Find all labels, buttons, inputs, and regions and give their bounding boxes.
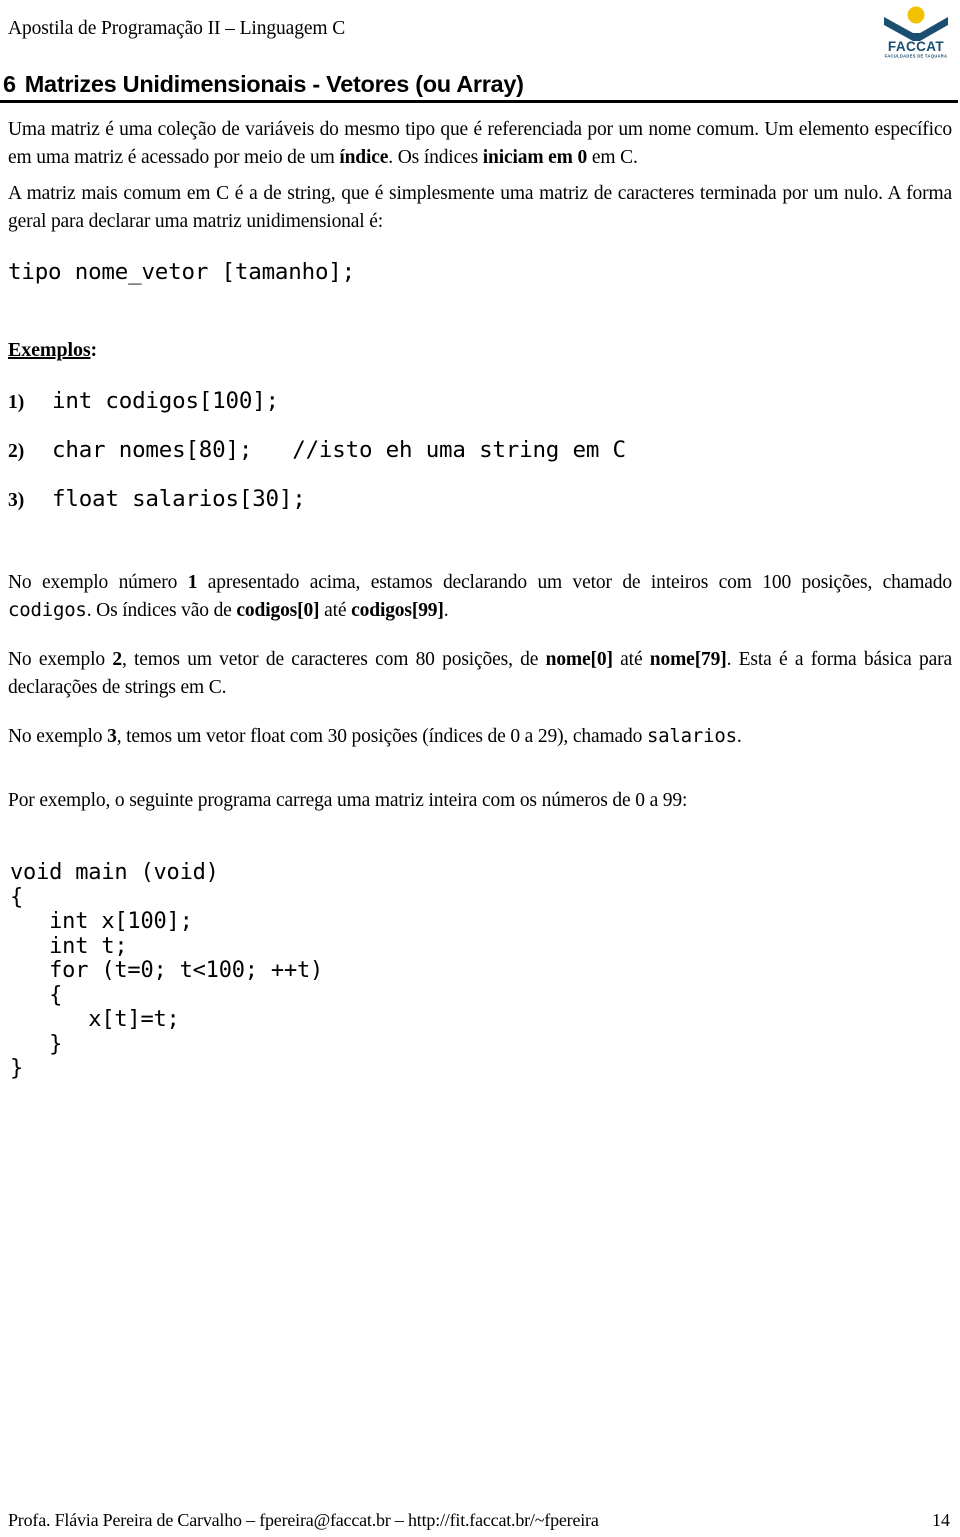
explain3-code-salarios: salarios bbox=[646, 725, 737, 747]
faccat-logo: FACCAT FACULDADES DE TAQUARA bbox=[880, 3, 952, 59]
examples-heading: Exemplos: bbox=[8, 337, 952, 363]
document-body: Uma matriz é uma coleção de variáveis do… bbox=[8, 116, 952, 1082]
explain1-text-a: No exemplo número bbox=[8, 572, 188, 593]
examples-heading-colon: : bbox=[90, 339, 98, 361]
intro-bold-iniciam: iniciam em 0 bbox=[482, 146, 588, 168]
explain1-text-d: até bbox=[319, 599, 352, 621]
section-title-block: 6 Matrizes Unidimensionais - Vetores (ou … bbox=[0, 71, 960, 97]
explain2-text-b: , temos um vetor de caracteres com 80 po… bbox=[121, 649, 546, 670]
example-code: int codigos[100]; bbox=[52, 388, 279, 414]
explain1-text-e: . bbox=[443, 599, 449, 621]
document-page: Apostila de Programação II – Linguagem C… bbox=[0, 0, 960, 1537]
example-number: 1) bbox=[8, 392, 25, 413]
svg-text:FACCAT: FACCAT bbox=[888, 39, 944, 54]
explain2-text-a: No exemplo bbox=[8, 649, 113, 670]
explain2-bold-nome0: nome[0] bbox=[545, 649, 613, 670]
title-divider bbox=[0, 100, 958, 103]
section-title-text: Matrizes Unidimensionais - Vetores (ou A… bbox=[24, 71, 524, 97]
svg-text:FACULDADES DE TAQUARA: FACULDADES DE TAQUARA bbox=[885, 54, 948, 59]
explain1-bold-codigos0: codigos[0] bbox=[236, 599, 320, 621]
examples-list: 1) int codigos[100]; 2) char nomes[80]; … bbox=[8, 388, 952, 513]
footer-page-number: 14 bbox=[932, 1510, 950, 1530]
page-footer: Profa. Flávia Pereira de Carvalho – fper… bbox=[0, 1497, 960, 1537]
intro-text-mid: . Os índices bbox=[388, 146, 483, 168]
page-header: Apostila de Programação II – Linguagem C… bbox=[0, 0, 960, 62]
declaration-syntax: tipo nome_vetor [tamanho]; bbox=[8, 259, 355, 285]
explain1-bold-codigos99: codigos[99] bbox=[351, 599, 444, 621]
program-code-block: void main (void) { int x[100]; int t; fo… bbox=[10, 860, 324, 1081]
explain3-text-b: , temos um vetor float com 30 posições (… bbox=[116, 726, 647, 747]
intro-text-end: em C. bbox=[587, 146, 638, 168]
page-title: 6 Matrizes Unidimensionais - Vetores (ou … bbox=[0, 71, 960, 97]
explain3-text-c: . bbox=[736, 726, 742, 747]
list-item: 2) char nomes[80]; //isto eh uma string … bbox=[8, 437, 952, 464]
paragraph-intro-2: A matriz mais comum em C é a de string, … bbox=[8, 183, 952, 232]
example-number: 3) bbox=[8, 490, 25, 511]
explain1-code-codigos: codigos bbox=[8, 598, 87, 621]
paragraph-intro-1: Uma matriz é uma coleção de variáveis do… bbox=[8, 116, 952, 171]
explain2-number: 2 bbox=[112, 649, 122, 670]
paragraph-explain-2: No exemplo 2, temos um vetor de caracter… bbox=[8, 646, 952, 701]
example-code: float salarios[30]; bbox=[52, 486, 306, 512]
explain3-text-a: No exemplo bbox=[8, 726, 108, 747]
list-item: 3) float salarios[30]; bbox=[8, 486, 952, 513]
explain1-text-c: . Os índices vão de bbox=[86, 599, 237, 621]
sun-icon bbox=[907, 6, 925, 24]
paragraph-explain-3: No exemplo 3, temos um vetor float com 3… bbox=[8, 723, 952, 751]
paragraph-program-intro: Por exemplo, o seguinte programa carrega… bbox=[8, 789, 688, 811]
example-code: char nomes[80]; //isto eh uma string em … bbox=[52, 437, 626, 463]
explain2-bold-nome79: nome[79] bbox=[649, 649, 727, 670]
footer-credits: Profa. Flávia Pereira de Carvalho – fper… bbox=[8, 1510, 599, 1530]
explain1-number: 1 bbox=[187, 572, 198, 593]
list-item: 1) int codigos[100]; bbox=[8, 388, 952, 415]
example-number: 2) bbox=[8, 441, 25, 462]
section-number: 6 bbox=[3, 71, 16, 97]
examples-heading-label: Exemplos bbox=[8, 339, 91, 361]
explain2-text-c: até bbox=[612, 649, 650, 670]
explain1-text-b: apresentado acima, estamos declarando um… bbox=[197, 572, 952, 593]
book-right-shape bbox=[920, 17, 948, 41]
header-title: Apostila de Programação II – Linguagem C bbox=[8, 18, 346, 39]
intro-bold-indice: índice bbox=[339, 146, 389, 168]
paragraph-explain-1: No exemplo número 1 apresentado acima, e… bbox=[8, 569, 952, 624]
explain3-number: 3 bbox=[107, 726, 117, 747]
